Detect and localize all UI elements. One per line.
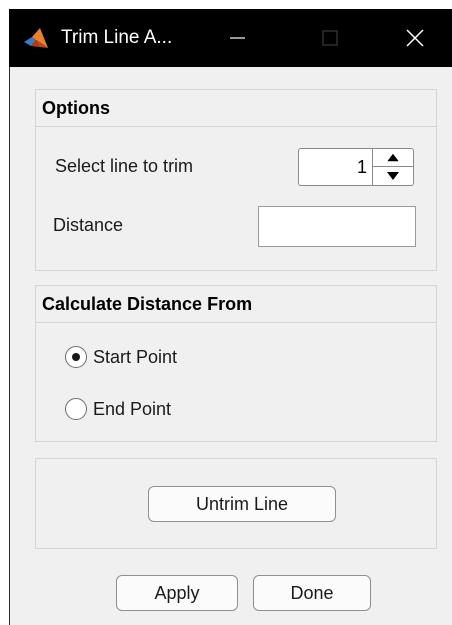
- done-button[interactable]: Done: [253, 575, 371, 611]
- matlab-logo-icon: [24, 28, 48, 48]
- untrim-line-button[interactable]: Untrim Line: [148, 486, 336, 522]
- apply-button[interactable]: Apply: [116, 575, 238, 611]
- line-spinner-value: 1: [356, 157, 367, 177]
- line-spinner[interactable]: 1: [298, 148, 414, 186]
- start-point-radio[interactable]: [65, 346, 87, 368]
- spinner-up-icon[interactable]: [373, 149, 413, 167]
- start-point-option[interactable]: Start Point: [65, 344, 177, 370]
- title-bar[interactable]: Trim Line A...: [9, 9, 452, 67]
- start-point-label: Start Point: [93, 346, 178, 367]
- distance-label: Distance: [53, 215, 124, 235]
- spinner-arrows: [372, 149, 413, 185]
- calculate-from-header: Calculate Distance From: [36, 286, 436, 323]
- end-point-option[interactable]: End Point: [65, 396, 171, 422]
- minimize-icon[interactable]: [217, 18, 257, 58]
- select-line-label: Select line to trim: [55, 156, 194, 176]
- radio-selected-dot: [72, 353, 80, 361]
- distance-input[interactable]: [258, 206, 416, 247]
- end-point-radio[interactable]: [65, 398, 87, 420]
- end-point-label: End Point: [93, 398, 172, 419]
- maximize-icon[interactable]: [309, 18, 349, 58]
- options-header: Options: [36, 90, 436, 127]
- window-title: Trim Line A...: [61, 27, 173, 48]
- close-icon[interactable]: [395, 18, 435, 58]
- spinner-down-icon[interactable]: [373, 167, 413, 185]
